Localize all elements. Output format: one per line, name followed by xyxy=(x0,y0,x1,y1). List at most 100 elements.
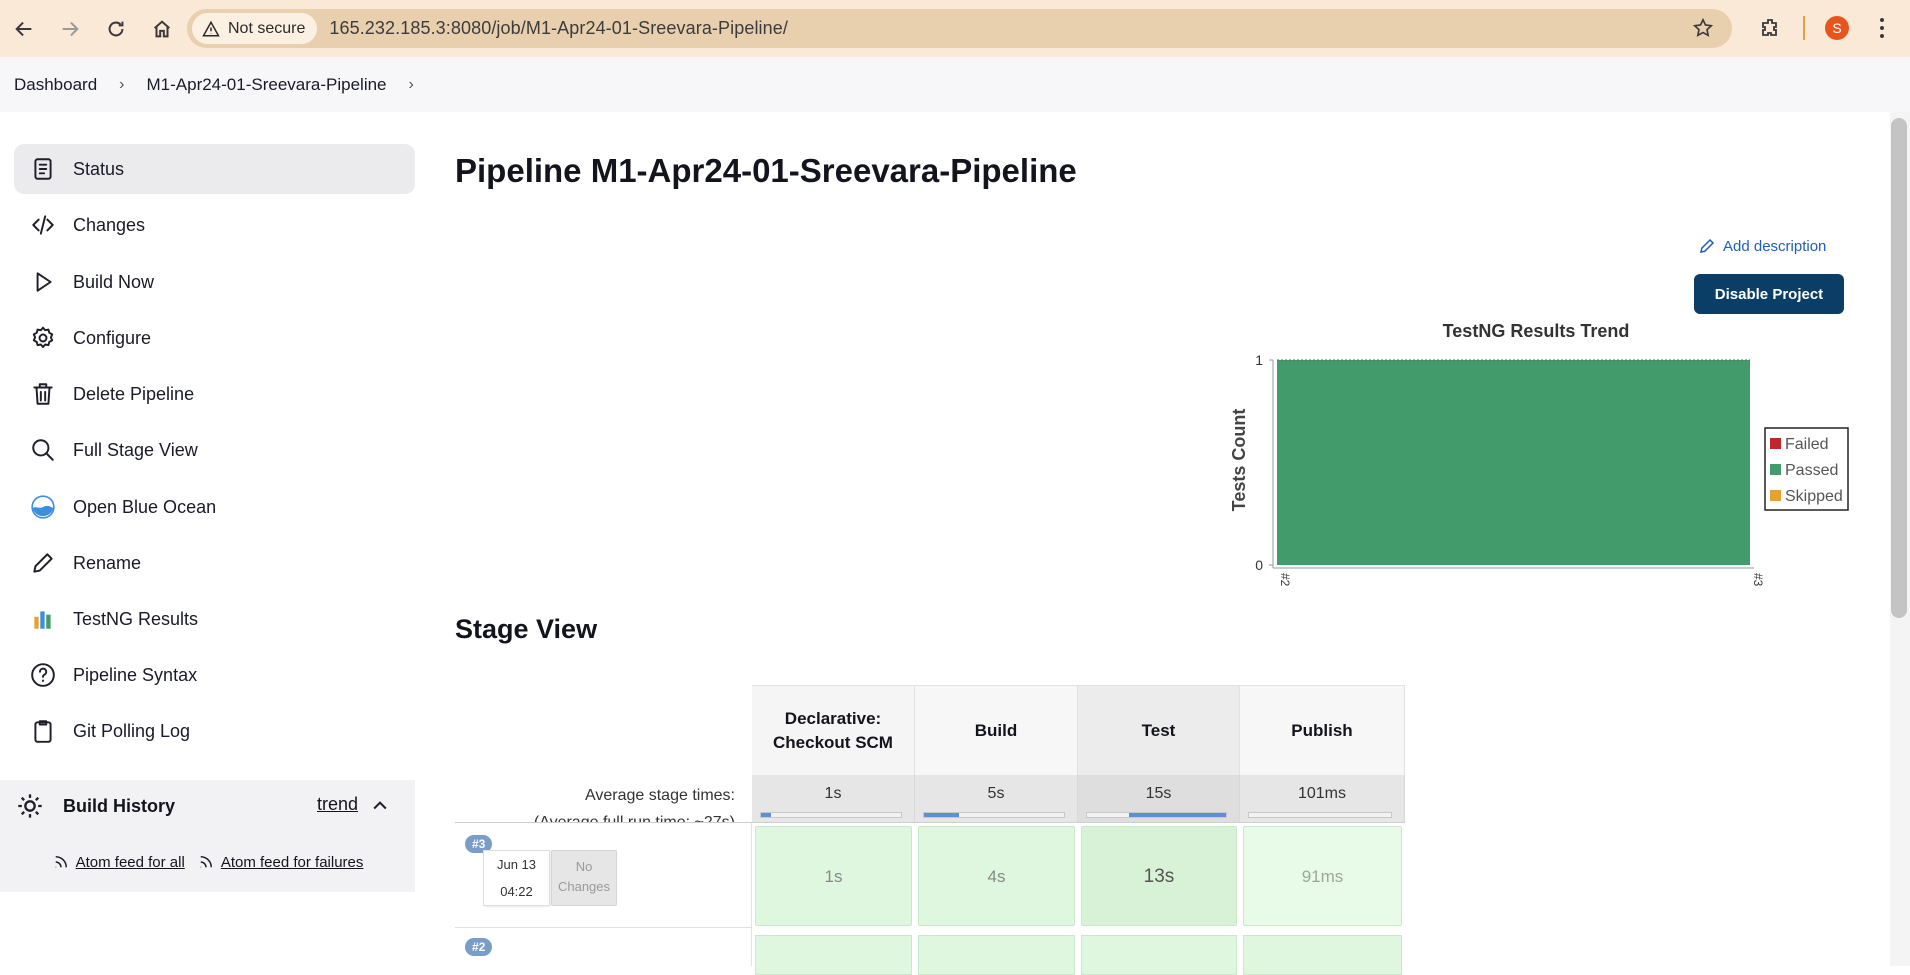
profile-avatar[interactable]: S xyxy=(1825,16,1849,40)
avg-time-value: 15s xyxy=(1145,785,1172,802)
sidebar-item-git-polling-log[interactable]: Git Polling Log xyxy=(14,706,415,756)
sidebar-item-configure[interactable]: Configure xyxy=(14,313,415,363)
stage-cell-checkout[interactable]: 1s xyxy=(755,826,912,926)
security-chip[interactable]: Not secure xyxy=(192,13,318,44)
build-history-panel: Build History trend Atom feed for all At… xyxy=(0,780,415,892)
sidebar-item-label: Pipeline Syntax xyxy=(73,664,198,685)
stage-cell-checkout[interactable] xyxy=(755,935,912,975)
sidebar-item-label: Delete Pipeline xyxy=(73,383,195,404)
stage-cell-build[interactable]: 4s xyxy=(918,826,1075,926)
x-tick-label: #2 xyxy=(1278,573,1292,587)
add-description-link[interactable]: Add description xyxy=(1698,237,1826,255)
stage-header-build: Build xyxy=(915,685,1078,775)
build-date: Jun 13 04:22 xyxy=(483,850,550,906)
build-changes[interactable]: No Changes xyxy=(551,850,617,906)
play-icon xyxy=(28,267,58,297)
gear-icon xyxy=(28,323,58,353)
sidebar-item-label: Open Blue Ocean xyxy=(73,496,217,517)
build-number-badge[interactable]: #2 xyxy=(465,938,493,956)
chevron-up-icon[interactable] xyxy=(370,796,390,816)
chevron-right-icon: › xyxy=(119,75,125,93)
back-button[interactable] xyxy=(2,7,46,51)
atom-feed-all-link[interactable]: Atom feed for all xyxy=(52,853,185,871)
reload-button[interactable] xyxy=(94,7,138,51)
testng-results-trend-chart[interactable]: TestNG Results Trend Tests Count 01#2 #3 … xyxy=(1225,315,1875,595)
avg-time-publish: 101ms xyxy=(1240,775,1405,823)
stage-cell-publish[interactable] xyxy=(1243,935,1402,975)
build-changes-label: No Changes xyxy=(557,859,611,894)
sidebar-item-testng-results[interactable]: TestNG Results xyxy=(14,594,415,644)
legend-label-failed: Failed xyxy=(1785,436,1829,453)
warning-icon xyxy=(202,20,220,36)
sidebar-item-label: Build Now xyxy=(73,271,155,292)
bookmark-star-icon[interactable] xyxy=(1692,17,1714,39)
atom-feed-failures-label: Atom feed for failures xyxy=(220,853,364,871)
chevron-right-icon[interactable]: › xyxy=(409,76,414,94)
sidebar-item-label: Git Polling Log xyxy=(73,720,191,741)
chart-plot-area: 0 1 #2 #3 xyxy=(1255,352,1765,587)
breadcrumb-pipeline[interactable]: M1-Apr24-01-Sreevara-Pipeline xyxy=(147,75,387,95)
avg-time-test: 15s xyxy=(1078,775,1240,823)
address-bar[interactable]: Not secure 165.232.185.3:8080/job/M1-Apr… xyxy=(187,9,1732,48)
sidebar-item-build-now[interactable]: Build Now xyxy=(14,257,415,307)
avg-progress-bar xyxy=(760,812,902,818)
build-history-icon xyxy=(18,794,42,818)
avg-progress-bar xyxy=(1086,812,1227,818)
x-tick-label: #3 xyxy=(1751,573,1765,587)
url-text[interactable]: 165.232.185.3:8080/job/M1-Apr24-01-Sreev… xyxy=(329,18,788,39)
avg-progress-fill xyxy=(1128,813,1226,817)
stage-cell-build[interactable] xyxy=(918,935,1075,975)
chart-y-axis-label: Tests Count xyxy=(1229,409,1249,512)
sidebar-item-label: Changes xyxy=(73,214,146,235)
search-icon xyxy=(28,435,58,465)
sidebar-item-pipeline-syntax[interactable]: Pipeline Syntax xyxy=(14,650,415,700)
sidebar-item-label: Configure xyxy=(73,327,152,348)
forward-button[interactable] xyxy=(48,7,92,51)
browser-menu-icon[interactable] xyxy=(1874,14,1890,42)
pencil-icon xyxy=(28,548,58,578)
disable-project-button[interactable]: Disable Project xyxy=(1694,274,1844,314)
avg-time-value: 5s xyxy=(987,785,1005,802)
legend-swatch-passed xyxy=(1770,464,1781,475)
sidebar-item-rename[interactable]: Rename xyxy=(14,538,415,588)
avg-time-value: 1s xyxy=(824,785,842,802)
sidebar: Status Changes Build Now Configure Delet… xyxy=(0,112,415,966)
stage-header-test: Test xyxy=(1078,685,1240,775)
sidebar-item-delete-pipeline[interactable]: Delete Pipeline xyxy=(14,369,415,419)
build-history-title: Build History xyxy=(63,795,176,816)
chart-legend: Failed Passed Skipped xyxy=(1764,427,1849,511)
avg-time-build: 5s xyxy=(915,775,1078,823)
stage-name-line1: Declarative: xyxy=(784,708,882,728)
breadcrumb-dashboard[interactable]: Dashboard xyxy=(14,75,97,95)
sidebar-item-changes[interactable]: Changes xyxy=(14,200,415,250)
breadcrumb: Dashboard › M1-Apr24-01-Sreevara-Pipelin… xyxy=(0,57,1910,112)
sidebar-item-open-blue-ocean[interactable]: Open Blue Ocean xyxy=(14,482,415,532)
stage-cell-test[interactable] xyxy=(1081,935,1237,975)
extensions-icon[interactable] xyxy=(1758,16,1782,40)
legend-swatch-skipped xyxy=(1770,490,1781,501)
row-divider xyxy=(455,927,752,928)
series-area-passed xyxy=(1277,360,1750,565)
stage-cell-publish[interactable]: 91ms xyxy=(1243,826,1402,926)
trend-link[interactable]: trend xyxy=(317,794,358,815)
sidebar-item-label: Full Stage View xyxy=(73,439,198,460)
stage-cell-test[interactable]: 13s xyxy=(1081,826,1237,926)
atom-feed-all-label: Atom feed for all xyxy=(75,853,185,871)
atom-feed-failures-link[interactable]: Atom feed for failures xyxy=(197,853,364,871)
security-label: Not secure xyxy=(228,19,306,37)
toolbar-separator xyxy=(1803,16,1805,40)
home-button[interactable] xyxy=(140,7,184,51)
avg-time-checkout: 1s xyxy=(752,775,915,823)
stage-header-publish: Publish xyxy=(1240,685,1405,775)
sidebar-item-status[interactable]: Status xyxy=(14,144,415,194)
forward-arrow-icon xyxy=(62,21,79,36)
legend-label-skipped: Skipped xyxy=(1785,488,1843,505)
avg-progress-bar xyxy=(1248,812,1392,818)
legend-label-passed: Passed xyxy=(1785,462,1838,479)
scrollbar-thumb[interactable] xyxy=(1891,118,1907,618)
rss-icon xyxy=(200,856,212,868)
y-tick-label: 1 xyxy=(1255,352,1263,368)
avg-progress-bar xyxy=(923,812,1065,818)
help-icon xyxy=(28,660,58,690)
sidebar-item-full-stage-view[interactable]: Full Stage View xyxy=(14,425,415,475)
